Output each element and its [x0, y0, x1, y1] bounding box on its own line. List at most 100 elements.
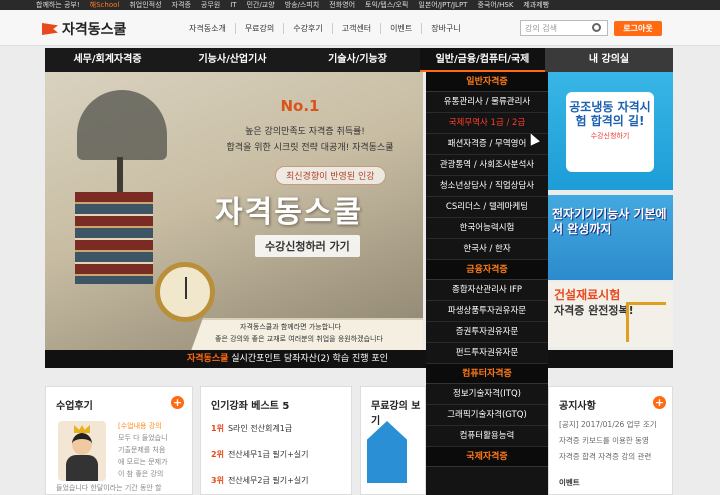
popular-courses-box: 인기강좌 베스트 5 1위 S라인 전산회계1급 2위 전산세무1급 필기+실기 3…	[200, 386, 352, 495]
notice-box: 공지사항 + [공지] 2017/01/26 업무 조기 자격증 키보드를 이용…	[548, 386, 673, 495]
hero-cta-button[interactable]: 수강신청하러 가기	[255, 235, 360, 257]
rank-label: 2위	[211, 450, 224, 459]
header-nav-free[interactable]: 무료강의	[234, 23, 283, 34]
flag-icon	[42, 23, 58, 35]
review-line[interactable]: [수업내용 강의	[118, 421, 162, 431]
dropdown-item[interactable]: 종합자산관리사 IFP	[426, 280, 548, 301]
review-line[interactable]: 모두 다 들었습니	[118, 433, 168, 443]
ticker-tag: 자격동스쿨	[187, 354, 229, 364]
banner-construction-title: 건설재료시험	[554, 288, 621, 302]
header-nav-about[interactable]: 자격동소개	[180, 23, 235, 34]
notice-item[interactable]: [공지] 2017/01/26 업무 조기	[559, 419, 657, 430]
dropdown-item[interactable]: 유통관리사 / 물류관리사	[426, 92, 548, 113]
header-nav-reviews[interactable]: 수강후기	[283, 23, 331, 34]
topbar-item[interactable]: 토익/텝스/오픽	[365, 0, 408, 10]
dropdown-section-head: 금융자격증	[426, 260, 548, 280]
hero-line-2: 합격을 위한 시크릿 전략 대공개! 자격동스쿨	[226, 143, 394, 153]
header-nav-events[interactable]: 이벤트	[380, 23, 421, 34]
topbar-item[interactable]: 일본어/JPT/JLPT	[418, 0, 467, 10]
top-utility-bar: 합께하는 공부! 해School 취업인적성 자격증 공무원 IT 민간/교양 …	[0, 0, 720, 10]
dropdown-item[interactable]: 파생상품투자권유자문	[426, 301, 548, 322]
site-header: 자격동스쿨 자격동소개 무료강의 수강후기 고객센터 이벤트 장바구니 강의 검…	[0, 10, 720, 46]
logo-text: 자격동스쿨	[62, 22, 127, 38]
banner-card: 공조냉동 자격시험 합격의 길! 수강신청하기	[566, 92, 654, 172]
ticker-text: 실시간포인트 담좌자산(2) 학습 진행 포인	[231, 354, 388, 364]
hero-pill: 최신경향이 반영된 인강	[275, 166, 386, 185]
notice-more-icon[interactable]: +	[653, 396, 666, 409]
hero-badge: No.1	[280, 97, 320, 115]
live-ticker: 자격동스쿨 실시간포인트 담좌자산(2) 학습 진행 포인	[45, 350, 673, 368]
topbar-item[interactable]: 해School	[90, 0, 120, 10]
free-title: 무료강의 보기	[371, 401, 421, 427]
banner-electronics[interactable]: 전자기기기능사 기본에서 완성까지	[548, 195, 673, 280]
dropdown-item[interactable]: 관광통역 / 사회조사분석사	[426, 155, 548, 176]
dropdown-section-head: 국제자격증	[426, 447, 548, 467]
popular-item[interactable]: 2위 전산세무1급 필기+실기	[211, 449, 309, 460]
dropdown-item[interactable]: 한국사 / 한자	[426, 239, 548, 260]
dropdown-item[interactable]: CS리더스 / 텔레마케팅	[426, 197, 548, 218]
topbar-item[interactable]: 민간/교양	[247, 0, 275, 10]
dropdown-item[interactable]: 그래픽기술자격(GTQ)	[426, 405, 548, 426]
nav-tax-accounting[interactable]: 세무/회계자격증	[45, 48, 170, 72]
hero-banner[interactable]: No.1 높은 강의만족도 자격증 취득률! 합격을 위한 시크릿 전략 대공개…	[45, 72, 423, 350]
dropdown-section-head: 컴퓨터자격증	[426, 364, 548, 384]
review-line[interactable]: 에 모르는 문제가	[118, 457, 168, 467]
reviews-box: 수업후기 + [수업내용 강의 모두 다 들었습니 기출문제를 처음 에 모르는…	[45, 386, 193, 495]
popular-item[interactable]: 1위 S라인 전산회계1급	[211, 423, 292, 434]
notice-item[interactable]: 자격증 합격 자격증 강의 관련	[559, 451, 651, 462]
review-line[interactable]: 기출문제를 처음	[118, 445, 165, 455]
banner-hvac[interactable]: 공조냉동 자격시험 합격의 길! 수강신청하기	[548, 72, 673, 190]
rank-label: 3위	[211, 476, 224, 485]
dropdown-item-selected[interactable]: 국제무역사 1급 / 2급	[426, 113, 548, 134]
crown-icon	[74, 425, 90, 433]
topbar-item[interactable]: 방송/스피치	[285, 0, 320, 10]
topbar-item[interactable]: 제과제빵	[523, 0, 549, 10]
topbar-item[interactable]: 취업인적성	[129, 0, 161, 10]
review-line[interactable]: 들었습니다 한달이라는 기간 동안 할	[56, 483, 162, 493]
review-line[interactable]: 이 참 좋은 강의	[118, 469, 163, 479]
avatar-body	[66, 455, 98, 481]
banner-construction-sub: 자격증 완전정복!	[554, 304, 634, 317]
search-icon[interactable]	[592, 23, 601, 32]
hero-foot-2: 좋은 강의와 좋은 교재로 여러분의 취업을 응원하겠습니다	[215, 335, 383, 343]
topbar-item[interactable]: 합께하는 공부!	[36, 0, 80, 10]
course-name: S라인 전산회계1급	[227, 424, 293, 433]
topbar-item[interactable]: 전화영어	[329, 0, 355, 10]
hero-title: 자격동스쿨	[215, 195, 363, 230]
logout-button[interactable]: 로그아웃	[614, 21, 662, 36]
dropdown-item[interactable]: 청소년상담사 / 직업상담사	[426, 176, 548, 197]
topbar-item[interactable]: IT	[230, 1, 236, 9]
main-nav: 세무/회계자격증 기능사/산업기사 기술사/기능장 일반/금융/컴퓨터/국제 내…	[45, 48, 673, 72]
rank-label: 1위	[211, 424, 224, 433]
dropdown-item[interactable]: 펀드투자권유자문	[426, 343, 548, 364]
clock-icon	[155, 262, 215, 322]
banner-hvac-sub: 수강신청하기	[590, 132, 630, 140]
header-nav-support[interactable]: 고객센터	[331, 23, 380, 34]
nav-technician[interactable]: 기능사/산업기사	[170, 48, 295, 72]
notice-item[interactable]: 자격증 키보드를 이용한 동영	[559, 435, 649, 446]
banner-construction[interactable]: 건설재료시험 자격증 완전정복!	[548, 282, 673, 347]
site-logo[interactable]: 자격동스쿨	[42, 19, 126, 39]
dropdown-item[interactable]: 정보기술자격(ITQ)	[426, 384, 548, 405]
reviews-more-icon[interactable]: +	[171, 396, 184, 409]
dropdown-item[interactable]: 증권투자권유자문	[426, 322, 548, 343]
nav-engineer[interactable]: 기술사/기능장	[295, 48, 420, 72]
topbar-item[interactable]: 공무원	[201, 0, 220, 10]
course-name: 전산세무2급 필기+실기	[227, 476, 309, 485]
nav-general-finance-computer-intl[interactable]: 일반/금융/컴퓨터/국제	[420, 48, 545, 72]
header-nav: 자격동소개 무료강의 수강후기 고객센터 이벤트 장바구니	[180, 23, 470, 34]
free-lectures-box: 무료강의 보기	[360, 386, 426, 495]
avatar	[58, 421, 106, 481]
dropdown-section-head: 일반자격증	[426, 72, 548, 92]
dropdown-item[interactable]: 한국어능력시험	[426, 218, 548, 239]
header-nav-cart[interactable]: 장바구니	[421, 23, 469, 34]
notice-title: 공지사항	[559, 401, 596, 412]
popular-item[interactable]: 3위 전산세무2급 필기+실기	[211, 475, 309, 486]
topbar-item[interactable]: 자격증	[172, 0, 191, 10]
notice-item[interactable]: 이벤트	[559, 477, 580, 488]
dropdown-item[interactable]: 컴퓨터활용능력	[426, 426, 548, 447]
nav-my-classroom[interactable]: 내 강의실	[545, 48, 673, 72]
free-lecture-icon[interactable]	[367, 421, 407, 483]
hero-line-1: 높은 강의만족도 자격증 취득률!	[245, 127, 365, 137]
topbar-item[interactable]: 중국어/HSK	[477, 0, 513, 10]
